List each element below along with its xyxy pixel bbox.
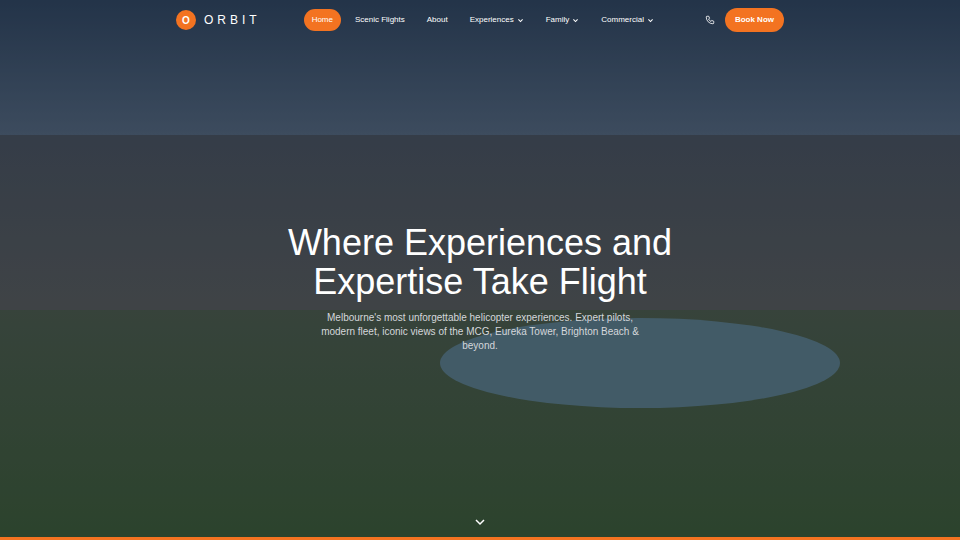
hero: Where Experiences and Expertise Take Fli…	[0, 40, 960, 517]
logo[interactable]: O ORBIT	[176, 10, 261, 30]
navbar: O ORBIT Home Scenic Flights About Experiences…	[0, 0, 960, 40]
logo-mark: O	[176, 10, 196, 30]
nav-item[interactable]: Home	[304, 9, 341, 31]
phone-icon[interactable]	[705, 15, 715, 25]
hero-subtitle: Melbourne's most unforgettable helicopte…	[315, 311, 645, 353]
chevron-down-icon	[517, 17, 524, 24]
book-now-button[interactable]: Book Now	[725, 8, 784, 32]
nav-item[interactable]: Experiences	[462, 9, 532, 31]
chevron-down-icon	[647, 17, 654, 24]
brand-name: ORBIT	[204, 11, 261, 29]
nav-item[interactable]: Commercial	[593, 9, 662, 31]
chevron-down-icon	[572, 17, 579, 24]
nav-item[interactable]: Family	[538, 9, 588, 31]
hero-title: Where Experiences and Expertise Take Fli…	[270, 224, 690, 302]
accent-bar	[0, 537, 960, 540]
main-nav: Home Scenic Flights About Experiences Family…	[304, 9, 662, 31]
nav-item[interactable]: Scenic Flights	[347, 9, 413, 31]
nav-item[interactable]: About	[419, 9, 456, 31]
scroll-down-icon[interactable]	[0, 517, 960, 537]
